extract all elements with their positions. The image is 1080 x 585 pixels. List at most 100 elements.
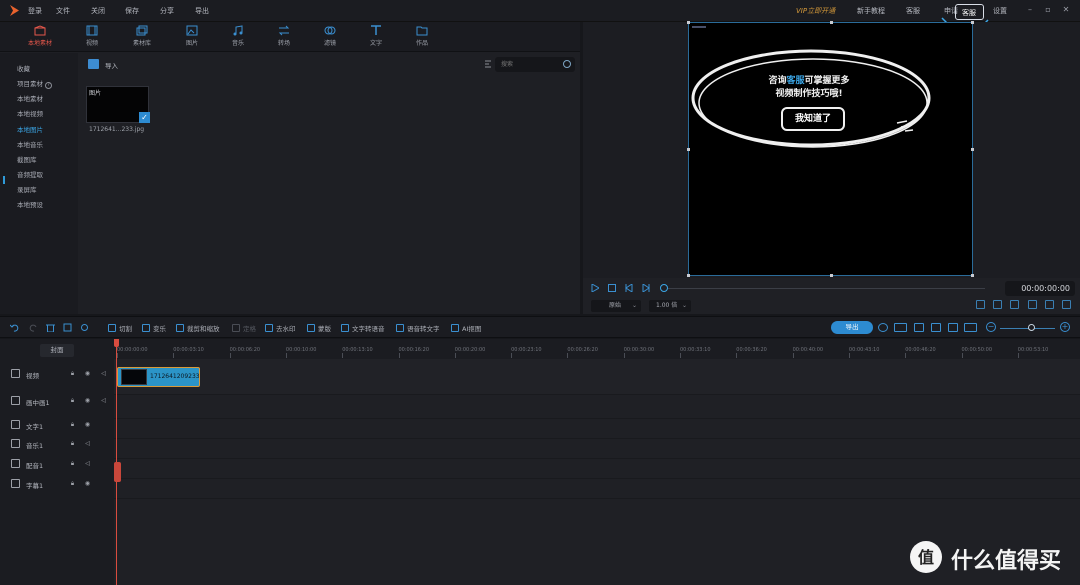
resize-handle[interactable]: [971, 274, 974, 277]
category-favorites[interactable]: 收藏: [17, 63, 30, 73]
voiceover-track-row[interactable]: [114, 459, 1080, 479]
menu-file[interactable]: 文件: [56, 6, 70, 16]
category-recording-library[interactable]: 录屏库: [17, 184, 37, 194]
resize-handle[interactable]: [687, 274, 690, 277]
zoom-out-icon[interactable]: −: [986, 322, 996, 332]
category-local-media[interactable]: 本地素材: [17, 93, 43, 103]
mask-tool[interactable]: 蒙版: [307, 323, 331, 333]
search-box[interactable]: [495, 57, 575, 72]
minimize-icon[interactable]: –: [1025, 5, 1035, 15]
locate-icon[interactable]: [80, 323, 89, 332]
category-audio-extract[interactable]: 音频提取: [17, 169, 43, 179]
lock-icon[interactable]: 🔒︎: [69, 397, 76, 404]
category-screenshot-library[interactable]: 截图库: [17, 154, 37, 164]
speaker-icon[interactable]: ◁: [100, 370, 107, 377]
preview-canvas[interactable]: 咨询客服可掌握更多 视频制作技巧哦! 我知道了: [687, 21, 974, 277]
camera-icon[interactable]: [1028, 300, 1037, 309]
sort-list-icon[interactable]: [485, 60, 493, 68]
zoom-fit-icon[interactable]: [964, 323, 977, 332]
menu-export[interactable]: 导出: [195, 6, 209, 16]
menu-close[interactable]: 关闭: [91, 6, 105, 16]
delete-icon[interactable]: [46, 323, 55, 332]
settings-link[interactable]: 设置: [993, 6, 1007, 16]
resize-handle[interactable]: [687, 148, 690, 151]
cut-tool[interactable]: 切割: [108, 323, 132, 333]
tab-transition[interactable]: 转场: [262, 25, 306, 47]
category-project-media[interactable]: 项目素材 ?: [17, 78, 53, 89]
pip-track-row[interactable]: [114, 395, 1080, 419]
progress-track[interactable]: [665, 288, 985, 289]
fullscreen-icon[interactable]: [1062, 300, 1071, 309]
category-local-image[interactable]: 本地图片: [17, 124, 43, 134]
menu-save[interactable]: 保存: [125, 6, 139, 16]
menu-login[interactable]: 登录: [28, 6, 42, 16]
got-it-button[interactable]: 我知道了: [781, 107, 845, 131]
subtitle-track-row[interactable]: [114, 479, 1080, 499]
tab-image[interactable]: 图片: [170, 25, 214, 47]
text-to-speech-tool[interactable]: 文字转语音: [341, 323, 385, 333]
tab-local-media[interactable]: 本地素材: [18, 25, 62, 47]
fit-width-icon[interactable]: [894, 323, 907, 332]
aspect-ratio-select[interactable]: 原始 ⌄: [591, 300, 641, 312]
resize-handle[interactable]: [830, 274, 833, 277]
menu-share[interactable]: 分享: [160, 6, 174, 16]
text-track-row[interactable]: [114, 419, 1080, 439]
redo-icon[interactable]: [29, 323, 38, 332]
import-button[interactable]: 导入: [88, 59, 120, 71]
lock-icon[interactable]: 🔒︎: [69, 480, 76, 487]
video-clip[interactable]: 1712641209233: [117, 367, 200, 387]
zoom-in-icon[interactable]: +: [1060, 322, 1070, 332]
split-view-icon[interactable]: [914, 323, 924, 332]
music-track-row[interactable]: [114, 439, 1080, 459]
category-local-music[interactable]: 本地音乐: [17, 139, 43, 149]
speech-to-text-tool[interactable]: 语音转文字: [396, 323, 440, 333]
resize-handle[interactable]: [687, 21, 690, 24]
eye-icon[interactable]: ◉: [84, 397, 91, 404]
playhead-drag-handle[interactable]: [114, 462, 121, 482]
crop-zoom-tool[interactable]: 裁剪和缩放: [176, 323, 220, 333]
crop-icon[interactable]: [63, 323, 72, 332]
eye-icon[interactable]: ◉: [84, 480, 91, 487]
lock-icon[interactable]: 🔒︎: [69, 421, 76, 428]
service-link[interactable]: 客服: [906, 6, 920, 16]
zoom-slider-knob[interactable]: [1028, 324, 1035, 331]
freeze-tool[interactable]: 定格: [232, 323, 256, 333]
playhead-cap[interactable]: [114, 339, 119, 347]
lock-icon[interactable]: 🔒︎: [69, 460, 76, 467]
speaker-icon[interactable]: ◁: [100, 397, 107, 404]
speaker-icon[interactable]: ◁: [84, 440, 91, 447]
layout-icon[interactable]: [931, 323, 941, 332]
media-thumbnail[interactable]: 图片 ✓: [86, 86, 150, 123]
tab-filter[interactable]: 滤镜: [308, 25, 352, 47]
time-ruler[interactable]: 00:00:00:00 00:00:03:10 00:00:06:20 00:00:1…: [114, 339, 1080, 359]
maximize-icon[interactable]: ▫: [1043, 5, 1053, 15]
checkmark-icon[interactable]: ✓: [139, 112, 150, 123]
resize-handle[interactable]: [971, 21, 974, 24]
search-icon[interactable]: [563, 60, 571, 68]
prev-frame-icon[interactable]: [625, 284, 633, 292]
grid-icon[interactable]: [976, 300, 985, 309]
eye-icon[interactable]: ◉: [84, 421, 91, 428]
video-track-row[interactable]: 1712641209233: [114, 359, 1080, 395]
speaker-icon[interactable]: ◁: [84, 460, 91, 467]
vip-link[interactable]: VIP立即开通: [796, 6, 835, 16]
lock-icon[interactable]: 🔒︎: [69, 440, 76, 447]
tab-works[interactable]: 作品: [400, 25, 444, 47]
undo-icon[interactable]: [10, 323, 19, 332]
volume-icon[interactable]: [1045, 300, 1054, 309]
ai-cutout-tool[interactable]: AI抠图: [451, 323, 481, 333]
export-button[interactable]: 导出: [831, 321, 873, 334]
progress-knob[interactable]: [660, 284, 668, 292]
tab-music[interactable]: 音乐: [216, 25, 260, 47]
tab-video[interactable]: 视频: [70, 25, 114, 47]
category-local-video[interactable]: 本地视频: [17, 108, 43, 118]
speed-tool[interactable]: 变乐: [142, 323, 166, 333]
tutorial-link[interactable]: 新手教程: [857, 6, 885, 16]
settings-circle-icon[interactable]: [878, 323, 888, 332]
category-local-presets[interactable]: 本地预设: [17, 199, 43, 209]
resize-handle[interactable]: [830, 21, 833, 24]
media-card[interactable]: 图片 ✓ 1712641...233.jpg: [86, 86, 150, 136]
tab-text[interactable]: 文字: [354, 25, 398, 47]
save-frame-icon[interactable]: [1010, 300, 1019, 309]
play-icon[interactable]: [591, 284, 599, 292]
